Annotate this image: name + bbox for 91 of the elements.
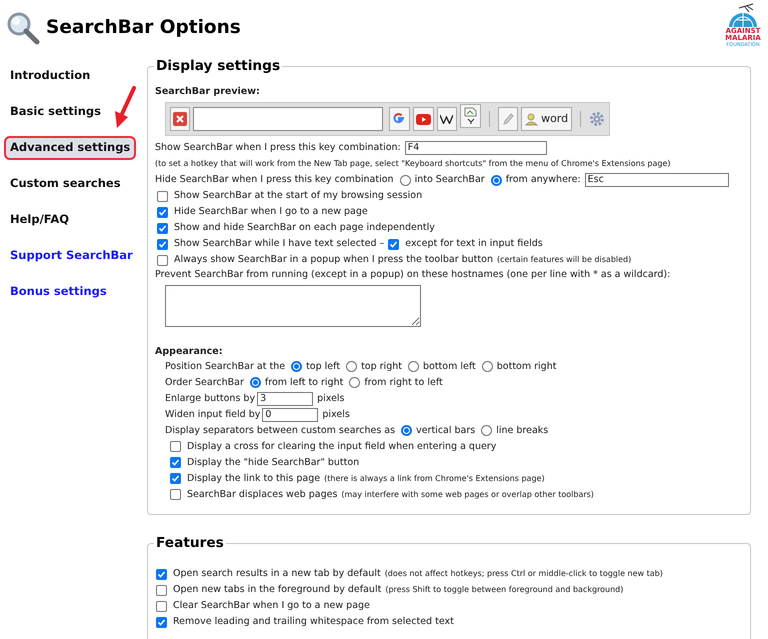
play-icon [416,114,431,125]
radio-button[interactable] [490,174,502,186]
hostnames-field[interactable] [165,284,421,326]
checkbox-label: Open search results in a new tab by default [173,566,381,581]
input-field[interactable]: Esc [584,173,729,188]
radio-button[interactable] [482,361,493,372]
subsection-title: Appearance: [155,344,223,358]
radio-label: from left to right [264,376,344,390]
option-label: Widen input field by [165,408,260,422]
checkbox-label: except for text in input fields [405,237,543,252]
checkbox-label: Clear SearchBar when I go to a new page [173,598,370,613]
input-field[interactable]: 3 [257,392,314,406]
checkbox[interactable] [157,238,168,250]
radio-label: top left [306,360,340,374]
checkbox-label: SearchBar displaces web pages [187,488,338,502]
radio-button[interactable] [291,361,302,372]
checkbox[interactable] [170,489,181,500]
radio-label: into SearchBar [414,173,485,188]
word-button[interactable]: word [521,107,572,132]
radio-label: vertical bars [416,424,476,438]
radio-button[interactable] [346,361,358,372]
close-button[interactable] [170,107,190,132]
option-label: Show SearchBar when I press this key combination: [155,141,401,156]
unit-label: pixels [317,392,345,406]
option-label: Display separators between custom searches as [165,424,396,438]
checkbox[interactable] [170,457,181,468]
checkbox-label: Display the "hide SearchBar" button [187,456,360,470]
checkbox[interactable] [170,441,181,452]
option-label: Hide SearchBar when I press this key combination [155,173,394,188]
checkbox[interactable] [156,616,167,628]
option-label: Order SearchBar [165,376,244,390]
wiki-button[interactable] [436,107,458,132]
sidebar-item[interactable]: Support SearchBar [4,244,139,268]
checkbox-label: Show and hide SearchBar on each page independently [174,221,435,236]
sidebar-item[interactable]: Introduction [4,64,96,88]
checkbox-label: Show SearchBar at the start of my browsing session [174,189,422,204]
radio-label: line breaks [496,424,548,438]
hint-text: (certain features will be disabled) [496,254,632,266]
sidebar-item[interactable]: Help/FAQ [4,208,76,232]
preview-label: SearchBar preview: [155,85,260,99]
radio-label: bottom right [496,360,556,374]
hint-text: (does not affect hotkeys; press Ctrl or middle-click to toggle new tab) [384,568,663,580]
sidebar-item[interactable]: Advanced settings [4,136,136,160]
input-field[interactable]: 0 [262,408,318,422]
checkbox-label: Show SearchBar while I have text selected – [174,237,384,252]
checkbox[interactable] [157,222,168,234]
hint-text: (to set a hotkey that will work from the New Tab page, select "Keyboard shortcuts" from the menu of Chrome's Extensions page) [155,158,671,170]
radio-label: from right to left [364,376,443,390]
checkbox-label: Hide SearchBar when I go to a new page [174,205,368,220]
radio-label: bottom left [422,360,476,374]
person-icon [525,112,538,126]
video-button[interactable] [412,107,434,132]
radio-button[interactable] [400,174,411,186]
w-letter-icon [440,114,454,124]
radio-button[interactable] [349,377,360,388]
hint-text: (there is always a link from Chrome's Extensions page) [324,472,545,485]
option-label: Position SearchBar at the [165,360,286,374]
checkbox[interactable] [156,584,167,596]
hint-text: (press Shift to toggle between foreground and background) [385,584,624,596]
annotation-arrow [112,86,138,130]
radio-button[interactable] [250,377,261,388]
sidebar-item[interactable]: Custom searches [4,172,127,196]
checkbox-label: Display a cross for clearing the input field when entering a query [187,440,496,454]
page-title: SearchBar Options [46,16,241,40]
search-field[interactable] [192,107,383,132]
radio-button[interactable] [408,361,419,372]
checkbox-label: Remove leading and trailing whitespace from selected text [173,614,454,629]
checkbox[interactable] [157,254,168,266]
checkbox-label: Display the link to this page [187,472,320,486]
checkbox[interactable] [156,568,167,580]
checkbox[interactable] [388,238,400,250]
radio-label: top right [361,360,402,374]
checkbox-label: Open new tabs in the foreground by default [173,582,382,597]
unit-label: pixels [322,408,350,422]
checkbox[interactable] [170,473,181,484]
radio-button[interactable] [481,425,492,436]
magnifier-icon [6,11,40,45]
hint-text: (may interfere with some web pages or overlap other toolbars) [341,488,594,501]
option-label: Prevent SearchBar from running (except in a popup) on these hostnames (one per line with * as a wildcard): [155,268,672,282]
option-label: Enlarge buttons by [165,392,256,406]
checkbox[interactable] [157,190,168,202]
checkbox[interactable] [156,600,167,612]
sidebar-item[interactable]: Bonus settings [4,280,113,304]
sidebar-item[interactable]: Basic settings [4,100,107,124]
google-button[interactable] [388,107,410,132]
checkbox[interactable] [157,206,168,218]
radio-button[interactable] [401,425,412,436]
radio-label: from anywhere: [506,173,581,188]
checkbox-label: Always show SearchBar in a popup when I press the toolbar button [174,253,493,268]
pencil-icon [502,112,514,126]
input-field[interactable]: F4 [404,141,547,156]
